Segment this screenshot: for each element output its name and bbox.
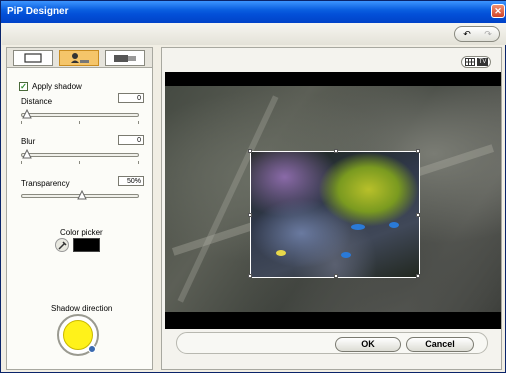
- resize-handle[interactable]: [416, 213, 420, 217]
- eyedropper-icon[interactable]: [55, 238, 69, 252]
- pip-overlay[interactable]: [248, 149, 420, 278]
- distance-slider-track: [21, 113, 139, 117]
- tv-icon[interactable]: TV: [477, 58, 488, 66]
- resize-handle[interactable]: [248, 149, 252, 153]
- blur-slider[interactable]: [21, 148, 139, 160]
- shadow-direction-dial[interactable]: [57, 314, 99, 356]
- distance-label: Distance: [21, 97, 53, 106]
- fish: [341, 252, 351, 258]
- view-mode-group: TV: [461, 56, 491, 68]
- panel-tabs: [7, 48, 152, 68]
- dialog-button-bar: OK Cancel: [176, 332, 488, 354]
- resize-handle[interactable]: [416, 274, 420, 278]
- top-toolbar: ↶ ↷: [2, 23, 506, 45]
- distance-slider[interactable]: [21, 108, 139, 120]
- video-preview: [165, 72, 501, 329]
- blur-label: Blur: [21, 137, 36, 146]
- properties-tab[interactable]: [105, 50, 145, 66]
- shadow-color-swatch[interactable]: [73, 238, 100, 252]
- fish: [389, 222, 399, 228]
- shadow-direction-label: Shadow direction: [51, 304, 113, 313]
- resize-handle[interactable]: [416, 149, 420, 153]
- redo-icon[interactable]: ↷: [478, 28, 498, 40]
- settings-panel: ✓ Apply shadow Distance 0 Blur 0 Transpa…: [6, 47, 153, 370]
- transparency-slider-thumb[interactable]: [77, 190, 87, 200]
- resize-handle[interactable]: [248, 213, 252, 217]
- background-video: [165, 86, 501, 312]
- blur-slider-thumb[interactable]: [22, 149, 32, 159]
- undo-icon[interactable]: ↶: [457, 28, 477, 40]
- blur-slider-track: [21, 153, 139, 157]
- grid-icon[interactable]: [465, 58, 475, 68]
- ok-button[interactable]: OK: [335, 337, 401, 352]
- shadow-direction-handle[interactable]: [88, 345, 96, 353]
- color-picker-label: Color picker: [60, 228, 103, 237]
- transparency-label: Transparency: [21, 179, 70, 188]
- properties-icon: [114, 55, 136, 62]
- frame-tab[interactable]: [13, 50, 53, 66]
- distance-slider-ticks: [21, 121, 139, 125]
- close-icon[interactable]: ✕: [491, 4, 505, 18]
- fish: [351, 224, 365, 230]
- transparency-slider[interactable]: [21, 189, 139, 201]
- distance-slider-thumb[interactable]: [22, 109, 32, 119]
- blur-slider-ticks: [21, 161, 139, 165]
- blur-value[interactable]: 0: [118, 135, 144, 145]
- frame-icon: [24, 53, 42, 63]
- cancel-button[interactable]: Cancel: [406, 337, 474, 352]
- resize-handle[interactable]: [334, 274, 338, 278]
- fish: [276, 250, 286, 256]
- apply-shadow-label: Apply shadow: [32, 82, 82, 91]
- apply-shadow-checkbox[interactable]: ✓: [19, 82, 28, 91]
- window-title: PiP Designer: [7, 6, 69, 17]
- preview-panel: TV OK Cancel: [161, 47, 502, 370]
- shadow-tab[interactable]: [59, 50, 99, 66]
- resize-handle[interactable]: [248, 274, 252, 278]
- pip-designer-window: PiP Designer ✕ ↶ ↷ ✓ Apply shadow Distan…: [0, 0, 506, 373]
- transparency-value[interactable]: 50%: [118, 176, 144, 186]
- distance-value[interactable]: 0: [118, 93, 144, 103]
- resize-handle[interactable]: [334, 149, 338, 153]
- title-bar: PiP Designer ✕: [1, 1, 506, 23]
- shadow-icon: [71, 53, 89, 63]
- undo-redo-group: ↶ ↷: [454, 26, 500, 42]
